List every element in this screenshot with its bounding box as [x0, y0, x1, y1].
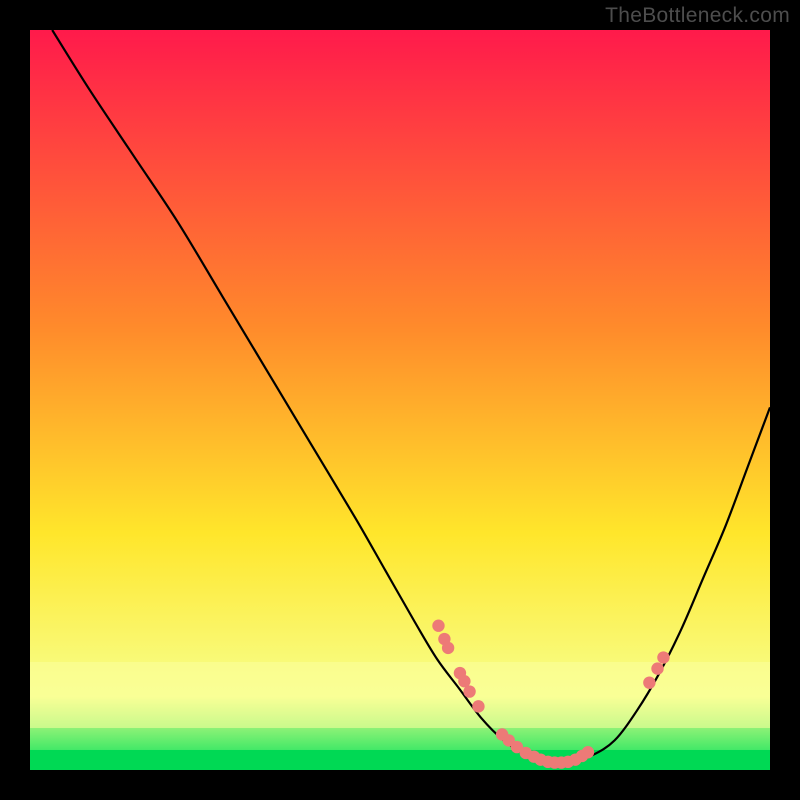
data-marker	[432, 620, 444, 632]
data-marker	[651, 662, 663, 674]
plot-area	[30, 30, 770, 770]
chart-frame: TheBottleneck.com	[0, 0, 800, 800]
data-marker	[442, 642, 454, 654]
bottleneck-chart	[30, 30, 770, 770]
watermark-text: TheBottleneck.com	[605, 4, 790, 28]
green-floor	[30, 750, 770, 770]
data-marker	[463, 685, 475, 697]
data-marker	[657, 651, 669, 663]
data-marker	[643, 676, 655, 688]
data-marker	[582, 746, 594, 758]
data-marker	[472, 700, 484, 712]
